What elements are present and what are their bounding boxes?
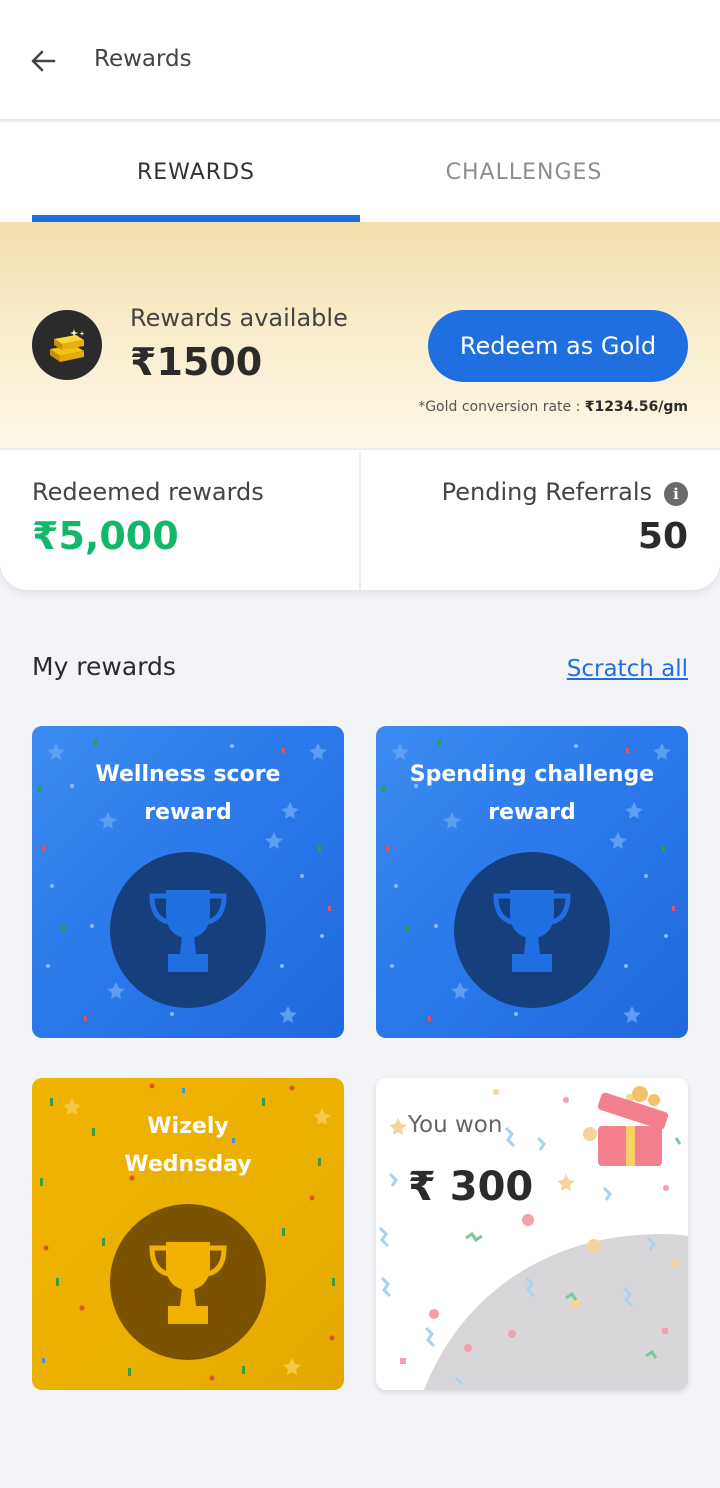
you-won-amount: ₹ 300: [408, 1164, 534, 1210]
gold-conversion-note: *Gold conversion rate : ₹1234.56/gm: [418, 399, 688, 415]
pending-referrals-value: 50: [637, 516, 688, 557]
trophy-badge: [454, 852, 610, 1008]
card-title-line: reward: [144, 800, 232, 825]
gold-bar-icon: [50, 329, 85, 362]
card-title: Wizely Wednsday: [42, 1108, 334, 1184]
stats-divider: [359, 452, 361, 590]
card-title-line: Wizely: [147, 1114, 229, 1139]
card-title: Spending challenge reward: [386, 756, 678, 832]
back-button[interactable]: [22, 40, 64, 82]
tab-challenges[interactable]: CHALLENGES: [360, 123, 688, 222]
card-title-line: Wednsday: [124, 1152, 252, 1177]
conversion-prefix: *Gold conversion rate :: [418, 399, 585, 415]
spending-challenge-reward-card[interactable]: Spending challenge reward: [376, 726, 688, 1038]
you-won-card[interactable]: You won ₹ 300: [376, 1078, 688, 1390]
redeemed-rewards-label: Redeemed rewards: [32, 478, 264, 506]
card-title-line: Spending challenge: [409, 762, 655, 787]
gold-bar-avatar: [32, 310, 102, 380]
trophy-icon: [493, 890, 571, 972]
wizely-wednesday-card[interactable]: Wizely Wednsday: [32, 1078, 344, 1390]
redeemed-rewards-value: ₹5,000: [32, 514, 179, 558]
tab-bar: REWARDS CHALLENGES: [0, 123, 720, 222]
scratch-all-link[interactable]: Scratch all: [567, 656, 688, 682]
rewards-available-amount: ₹1500: [130, 340, 263, 384]
wellness-score-reward-card[interactable]: Wellness score reward: [32, 726, 344, 1038]
rewards-summary-card: Rewards available ₹1500 Redeem as Gold *…: [0, 222, 720, 590]
you-won-label: You won: [408, 1112, 503, 1138]
card-title-line: reward: [488, 800, 576, 825]
redeem-as-gold-button[interactable]: Redeem as Gold: [428, 310, 688, 382]
arrow-left-icon: [31, 50, 56, 72]
trophy-badge: [110, 1204, 266, 1360]
active-tab-indicator: [32, 215, 360, 222]
pending-referrals-label: Pending Referrals: [441, 478, 652, 506]
card-title: Wellness score reward: [42, 756, 334, 832]
tab-rewards[interactable]: REWARDS: [32, 123, 360, 222]
conversion-rate: ₹1234.56/gm: [584, 399, 688, 415]
app-bar: Rewards: [0, 0, 720, 121]
my-rewards-title: My rewards: [32, 652, 176, 681]
rewards-available-label: Rewards available: [130, 304, 348, 332]
info-icon[interactable]: i: [664, 482, 688, 506]
trophy-icon: [149, 890, 227, 972]
gold-rewards-section: Rewards available ₹1500 Redeem as Gold *…: [0, 222, 720, 450]
trophy-icon: [149, 1242, 227, 1324]
trophy-badge: [110, 852, 266, 1008]
page-title: Rewards: [94, 46, 192, 72]
card-title-line: Wellness score: [95, 762, 281, 787]
